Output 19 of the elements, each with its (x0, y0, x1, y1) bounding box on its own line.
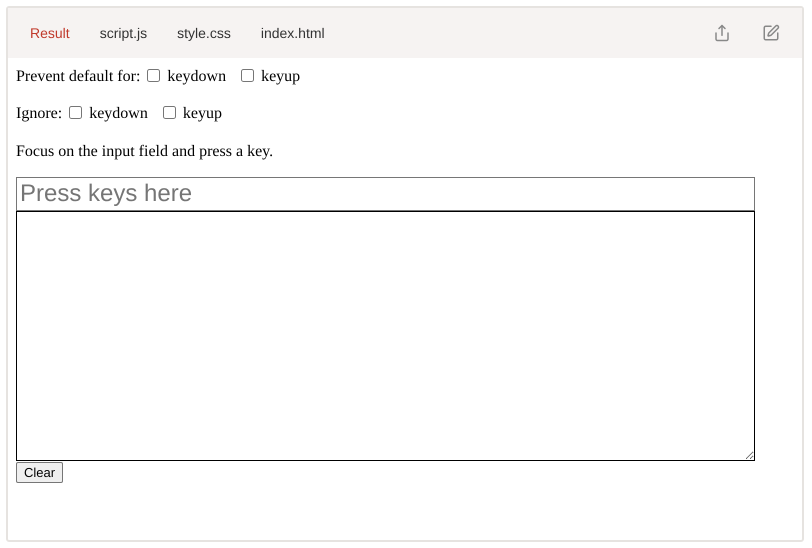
edit-icon[interactable] (762, 24, 780, 42)
option-label: Prevent default for: (16, 66, 140, 86)
checkbox[interactable] (241, 68, 254, 82)
checkbox-label: keydown (89, 104, 148, 124)
option-label: Ignore: (16, 104, 62, 124)
checkbox-label: keyup (261, 66, 300, 86)
tab[interactable]: style.css (170, 22, 238, 44)
tab[interactable]: Result (23, 22, 77, 44)
checkbox[interactable] (69, 106, 82, 118)
clear-button[interactable]: Clear (16, 462, 64, 483)
tab[interactable]: index.html (254, 22, 332, 44)
checkbox-label: keyup (182, 104, 222, 124)
checkbox-label: keydown (167, 66, 226, 86)
key-input-field[interactable]: Press keys here (16, 177, 755, 211)
checkbox[interactable] (162, 106, 176, 118)
tab[interactable]: script.js (92, 22, 154, 44)
instructions-text: Focus on the input field and press a key. (16, 142, 274, 161)
checkbox[interactable] (147, 68, 160, 82)
share-icon[interactable] (713, 24, 731, 42)
